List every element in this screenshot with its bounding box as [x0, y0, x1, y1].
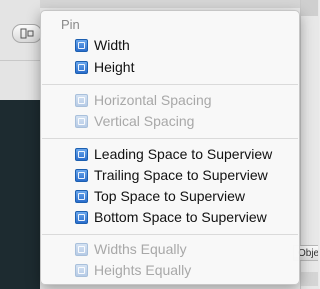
menu-separator — [42, 138, 298, 139]
menu-item-label: Heights Equally — [94, 262, 192, 278]
menu-item-widths-equally[interactable]: Widths Equally — [75, 239, 295, 259]
pin-menu-button[interactable] — [12, 24, 42, 43]
canvas-dark-view — [0, 100, 40, 289]
menu-item-width[interactable]: Width — [75, 35, 295, 55]
menu-item-label: Vertical Spacing — [94, 113, 195, 129]
menu-item-label: Widths Equally — [94, 241, 187, 257]
menu-separator — [42, 234, 298, 235]
trailing-space-icon — [75, 168, 88, 182]
bottom-space-icon — [75, 210, 88, 224]
utilities-header — [301, 0, 318, 16]
menu-item-label: Width — [94, 37, 130, 53]
menu-item-leading-space[interactable]: Leading Space to Superview — [75, 144, 295, 164]
menu-item-trailing-space[interactable]: Trailing Space to Superview — [75, 165, 295, 185]
menu-item-top-space[interactable]: Top Space to Superview — [75, 186, 295, 206]
pin-icon — [20, 28, 34, 39]
vertical-spacing-icon — [75, 114, 88, 128]
width-pin-icon — [75, 38, 88, 52]
menu-item-label: Bottom Space to Superview — [94, 209, 267, 225]
widths-equally-icon — [75, 242, 88, 256]
pin-menu: Pin Width Height Horizontal Spacing Vert… — [40, 10, 300, 285]
menu-item-label: Height — [94, 59, 135, 75]
objects-library-row — [301, 272, 318, 286]
heights-equally-icon — [75, 263, 88, 277]
menu-item-height[interactable]: Height — [75, 57, 295, 77]
menu-title: Pin — [61, 17, 80, 32]
menu-item-bottom-space[interactable]: Bottom Space to Superview — [75, 207, 295, 227]
menu-item-label: Trailing Space to Superview — [94, 167, 268, 183]
menu-item-label: Top Space to Superview — [94, 188, 245, 204]
menu-item-vertical-spacing[interactable]: Vertical Spacing — [75, 111, 295, 131]
menu-item-horizontal-spacing[interactable]: Horizontal Spacing — [75, 90, 295, 110]
horizontal-spacing-icon — [75, 93, 88, 107]
height-pin-icon — [75, 60, 88, 74]
menu-item-label: Horizontal Spacing — [94, 92, 212, 108]
top-space-icon — [75, 189, 88, 203]
leading-space-icon — [75, 147, 88, 161]
canvas-divider — [0, 60, 40, 61]
menu-separator — [42, 84, 298, 85]
background-toolbar-strip — [0, 0, 318, 8]
menu-item-heights-equally[interactable]: Heights Equally — [75, 260, 295, 280]
menu-item-label: Leading Space to Superview — [94, 146, 273, 162]
